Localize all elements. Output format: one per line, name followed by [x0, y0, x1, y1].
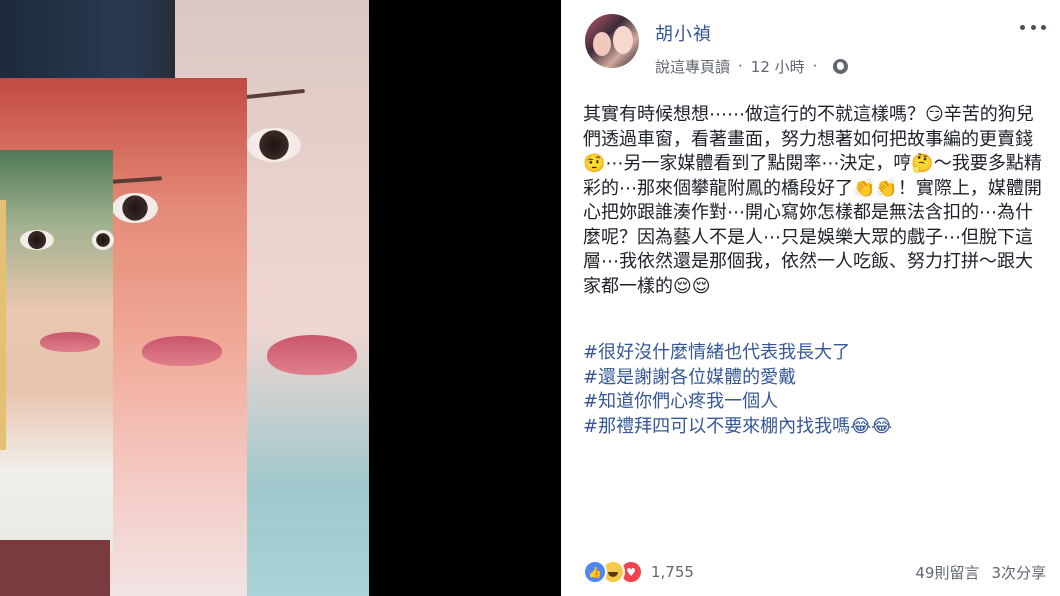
photo-clothing [0, 540, 110, 596]
meta-separator: · [738, 57, 743, 75]
hashtag-link[interactable]: #那禮拜四可以不要來棚內找我嗎😂😂 [583, 415, 1045, 440]
more-options-icon[interactable] [1020, 22, 1046, 32]
post-meta: 說這專頁讀 · 12 小時 · [655, 56, 849, 77]
eye [247, 128, 301, 162]
lips [267, 335, 357, 375]
post-photo[interactable] [0, 0, 369, 596]
lips [142, 336, 222, 366]
photo-strip-edge [0, 200, 6, 450]
eye [92, 230, 114, 250]
hashtag-link[interactable]: #很好沒什麼情緒也代表我長大了 [583, 341, 1045, 366]
eyebrow [111, 176, 163, 184]
eye [20, 230, 54, 250]
engagement-counts: 49則留言 3次分享 [915, 562, 1046, 583]
post-timestamp[interactable]: 12 小時 [751, 56, 805, 77]
hashtag-link[interactable]: #還是謝謝各位媒體的愛戴 [583, 366, 1045, 391]
post-body: 其實有時候想想⋯⋯做這行的不就這樣嗎？😏辛苦的狗兒們透過車窗，看著畫面，努力想著… [583, 104, 1042, 297]
meta-separator: · [812, 57, 818, 75]
avatar-face [613, 26, 633, 54]
avatar[interactable] [585, 14, 639, 68]
avatar-face [593, 32, 611, 56]
photo-background [369, 0, 561, 596]
photo-face-small [0, 150, 114, 550]
like-icon: 👍 [583, 560, 607, 584]
hashtag-list: #很好沒什麼情緒也代表我長大了 #還是謝謝各位媒體的愛戴 #知道你們心疼我一個人… [583, 341, 1045, 439]
hashtag-link[interactable]: #知道你們心疼我一個人 [583, 390, 1045, 415]
eye [112, 193, 158, 223]
reaction-count: 1,755 [651, 563, 694, 581]
comment-count-link[interactable]: 49則留言 [915, 562, 979, 583]
lips [40, 332, 100, 352]
share-count-link[interactable]: 3次分享 [991, 562, 1046, 583]
reaction-summary[interactable]: 👍 ♥ 1,755 [583, 560, 694, 584]
post-source[interactable]: 說這專頁讀 [655, 56, 730, 77]
post-card: 胡小禎 說這專頁讀 · 12 小時 · 其實有時候想想⋯⋯做這行的不就這樣嗎？😏… [561, 0, 1060, 596]
author-name[interactable]: 胡小禎 [655, 20, 712, 46]
eyebrow [244, 88, 306, 100]
globe-icon[interactable] [833, 58, 849, 74]
